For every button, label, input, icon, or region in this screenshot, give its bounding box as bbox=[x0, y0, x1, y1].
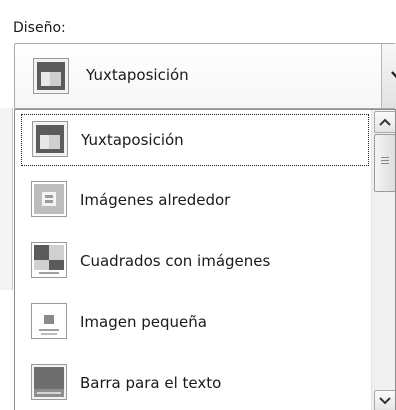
layout-options-list[interactable]: Yuxtaposición Imágenes alrededor Cuadrad… bbox=[14, 109, 396, 410]
option-label: Yuxtaposición bbox=[81, 131, 184, 149]
scroll-thumb[interactable] bbox=[374, 134, 395, 192]
layout-text-bar-icon bbox=[31, 364, 67, 404]
chevron-down-icon bbox=[379, 397, 391, 405]
chevron-up-icon bbox=[379, 118, 391, 126]
layout-label: Diseño: bbox=[13, 20, 66, 36]
layout-squares-with-images-icon bbox=[31, 242, 67, 282]
scroll-up-button[interactable] bbox=[374, 111, 395, 133]
option-label: Barra para el texto bbox=[80, 374, 222, 392]
scroll-down-button[interactable] bbox=[374, 390, 395, 410]
option-label: Cuadrados con imágenes bbox=[80, 252, 271, 270]
chevron-down-icon bbox=[391, 71, 396, 79]
option-label: Imágenes alrededor bbox=[80, 191, 231, 209]
option-barra-para-el-texto[interactable]: Barra para el texto bbox=[21, 358, 369, 410]
option-imagen-pequena[interactable]: Imagen pequeña bbox=[21, 297, 369, 349]
dropdown-arrow-button[interactable] bbox=[381, 44, 396, 108]
vertical-scrollbar[interactable] bbox=[371, 110, 395, 410]
layout-images-around-icon bbox=[31, 181, 67, 221]
option-yuxtaposicion[interactable]: Yuxtaposición bbox=[21, 114, 369, 166]
dropdown-selected-value: Yuxtaposición bbox=[86, 66, 189, 84]
background-panel bbox=[0, 108, 13, 290]
layout-small-image-icon bbox=[31, 303, 67, 343]
layout-dropdown[interactable]: Yuxtaposición bbox=[14, 43, 396, 109]
grip-icon bbox=[381, 157, 389, 164]
option-cuadrados-con-imagenes[interactable]: Cuadrados con imágenes bbox=[21, 236, 369, 288]
option-label: Imagen pequeña bbox=[80, 313, 207, 331]
layout-juxtaposition-icon bbox=[33, 58, 69, 98]
layout-juxtaposition-icon bbox=[32, 121, 68, 161]
option-imagenes-alrededor[interactable]: Imágenes alrededor bbox=[21, 175, 369, 227]
